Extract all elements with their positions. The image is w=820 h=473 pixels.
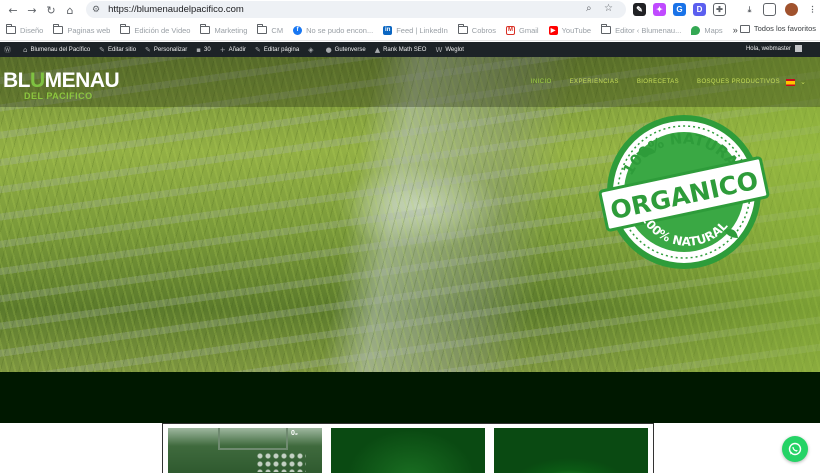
admin-account[interactable]: Hola, webmaster [746,45,802,52]
wp-admin-bar: Ⓦ ⌂ Blumenau del Pacífico ✎ Editar sitio ✎… [0,42,820,57]
menu-kebab-icon[interactable]: ⋮ [806,3,819,16]
home-icon: ⌂ [23,45,28,54]
folder-icon [457,24,468,34]
folder-icon [257,24,268,34]
admin-diamond[interactable]: ◈ [308,46,316,54]
menu-item-biorecetas[interactable]: BIORECETAS [637,79,679,85]
admin-comments[interactable]: ▪ 30 [196,46,210,54]
home-icon[interactable]: ⌂ [60,0,80,20]
site-logo[interactable]: BLUMENAU DEL PACIFICO [3,69,120,101]
gmail-icon: M [505,25,515,35]
bookmark-youtube[interactable]: ▶ YouTube [548,25,591,35]
url-text: https://blumenaudelpacifico.com [108,4,244,15]
admin-edit-page[interactable]: ✎ Editar página [255,46,299,54]
feature-card-3[interactable] [494,428,648,473]
all-bookmarks-button[interactable]: Todos los favoritos [739,24,816,33]
folder-icon [120,24,131,34]
menu-item-experiencias[interactable]: EXPERIENCIAS [570,79,619,85]
admin-customize[interactable]: ✎ Personalizar [145,46,187,54]
folder-icon [6,24,16,34]
bookmark-linkedin[interactable]: in Feed | LinkedIn [383,25,448,35]
logo-subtitle: DEL PACIFICO [24,91,93,101]
chevron-down-icon: ⌄ [800,78,806,86]
menu-item-bosques-productivos[interactable]: BOSQUES PRODUCTIVOS [697,79,780,85]
rankmath-icon: ▲ [374,45,381,54]
folder-icon [739,24,750,33]
comment-icon: ▪ [196,45,202,54]
brush-icon: ✎ [145,45,151,54]
zoom-icon[interactable]: ⌕ [586,3,592,14]
side-panel-icon[interactable] [763,3,776,16]
translate-extension-icon[interactable]: G [673,3,686,16]
bookmark-edicion-video[interactable]: Edición de Video [120,24,190,35]
admin-weglot[interactable]: W Weglot [435,46,464,54]
bookmarks-bar: Diseño Paginas web Edición de Video Mark… [0,20,820,41]
pencil-icon: ✎ [99,45,106,54]
bookmark-marketing[interactable]: Marketing [200,24,247,35]
feature-card-1[interactable]: 0₂ [168,428,322,473]
bookmark-paginas-web[interactable]: Paginas web [53,24,110,35]
d-extension-icon[interactable]: D [693,3,706,16]
download-icon[interactable]: ⤓ [743,3,756,16]
reload-icon[interactable]: ↻ [41,0,61,20]
spain-flag-icon [786,78,796,86]
admin-gutenverse[interactable]: ● Gutenverse [326,46,366,54]
gate-image [218,428,288,450]
main-menu: INICIO EXPERIENCIAS BIORECETAS BOSQUES P… [531,79,780,85]
site-settings-icon[interactable]: ⚙ [92,5,100,15]
folder-icon [200,24,211,34]
weglot-icon: W [435,45,443,54]
bookmark-star-icon[interactable]: ☆ [604,3,613,14]
facebook-icon: f [293,25,303,35]
browser-toolbar: ← → ↻ ⌂ ⚙ https://blumenaudelpacifico.co… [0,0,820,20]
bookmark-diseno[interactable]: Diseño [6,24,43,35]
admin-wordpress[interactable]: Ⓦ [4,45,14,55]
admin-site-name[interactable]: ⌂ Blumenau del Pacífico [23,46,90,54]
maps-icon [691,25,701,35]
logo-part-1: BL [3,69,31,92]
logo-wordmark: BLUMENAU [3,69,120,92]
whatsapp-button[interactable] [782,436,808,462]
bubbles-image [256,452,306,472]
pencil-icon: ✎ [254,45,261,54]
plus-icon: + [219,45,226,54]
organic-seal-badge: 100% NATURAL ORGANICO 100% NATURAL [598,115,770,269]
ai-extension-icon[interactable]: ✦ [653,3,666,16]
bookmark-cm[interactable]: CM [257,24,283,35]
bookmark-editor-blumenau[interactable]: Editor ‹ Blumenau... [601,24,681,35]
admin-rank-math[interactable]: ▲ Rank Math SEO [375,46,427,54]
diamond-icon: ◈ [308,45,314,54]
back-arrow-icon[interactable]: ← [3,0,23,20]
admin-add-new[interactable]: + Añadir [220,46,246,54]
linkedin-icon: in [383,25,393,35]
bookmark-facebook[interactable]: f No se pudo encon... [293,25,373,35]
menu-item-inicio[interactable]: INICIO [531,79,552,85]
dark-section [0,372,820,423]
language-switcher[interactable]: ⌄ [786,78,806,86]
bookmark-cobros[interactable]: Cobros [457,24,496,35]
wordpress-icon: Ⓦ [4,45,11,54]
folder-icon [601,24,612,34]
forward-arrow-icon[interactable]: → [22,0,42,20]
bookmark-gmail[interactable]: M Gmail [505,25,539,35]
address-bar[interactable]: ⚙ https://blumenaudelpacifico.com ⌕ ☆ [86,1,626,18]
logo-part-2: MENAU [44,69,120,92]
admin-edit-site[interactable]: ✎ Editar sitio [99,46,136,54]
whatsapp-icon [788,442,802,456]
pen-extension-icon[interactable]: ✎ [633,3,646,16]
profile-avatar[interactable] [785,3,798,16]
youtube-icon: ▶ [548,25,558,35]
extensions-puzzle-icon[interactable]: ✚ [713,3,726,16]
card-tag: 0₂ [290,430,298,437]
feature-card-2[interactable] [331,428,485,473]
more-bookmarks-button[interactable]: » [733,25,738,35]
folder-icon [53,24,64,34]
hero-section: BLUMENAU DEL PACIFICO INICIO EXPERIENCIA… [0,57,820,372]
logo-leaf-letter: U [30,69,45,92]
gutenverse-icon: ● [325,45,332,54]
bookmark-maps[interactable]: Maps [691,25,723,35]
avatar [795,45,802,52]
